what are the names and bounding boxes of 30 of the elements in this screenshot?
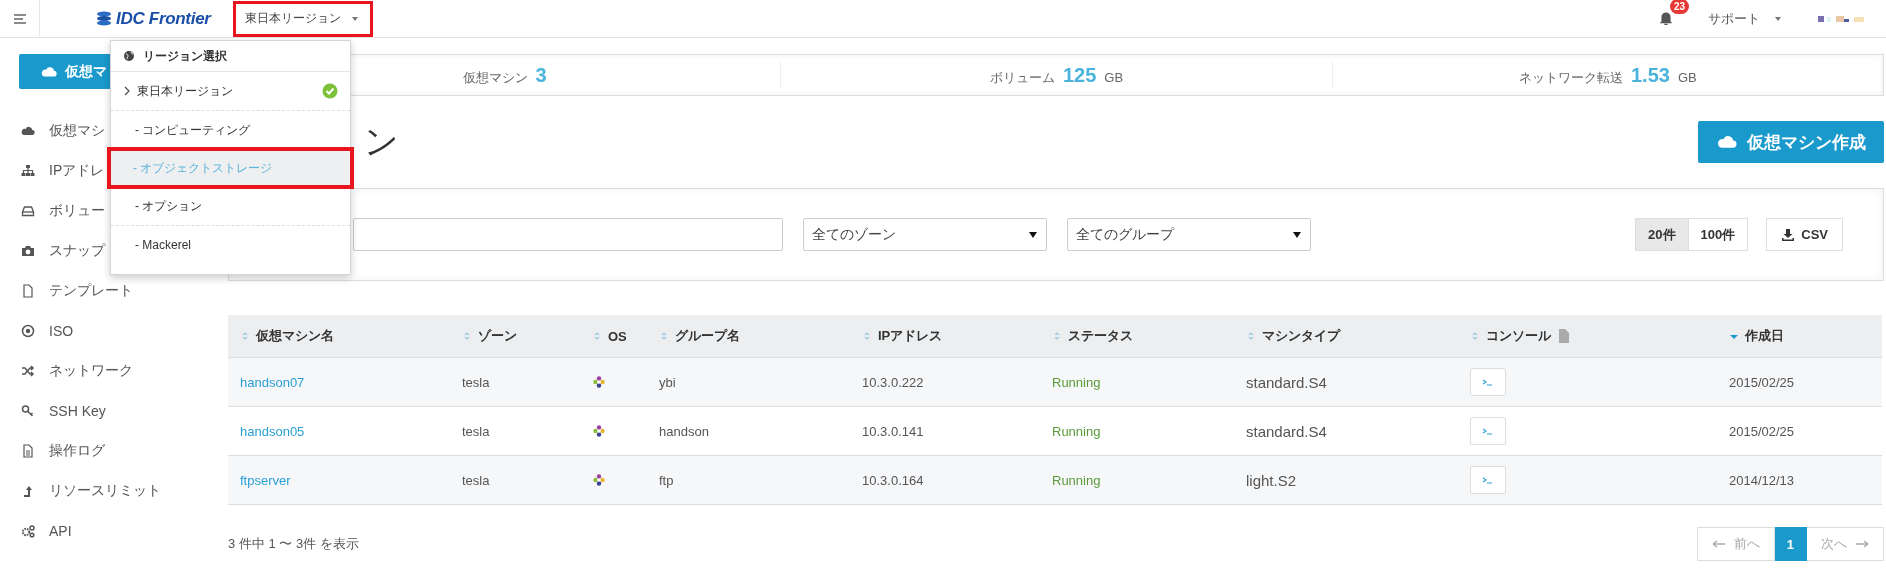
table-cell: tesla [462, 423, 490, 439]
table-cell: 10.3.0.141 [862, 423, 924, 439]
table-cell: standard.S4 [1246, 373, 1327, 391]
stat-unit: GB [1104, 69, 1124, 87]
table-cell: 2015/02/25 [1729, 374, 1795, 390]
table-cell: ftp [659, 472, 674, 488]
page-title: ン [364, 121, 399, 162]
status-text: Running [1052, 423, 1101, 439]
stat-value: 1.53 [1630, 63, 1670, 88]
table-cell: ybi [659, 374, 676, 390]
stat-label: ネットワーク転送 [1518, 69, 1623, 87]
table-cell: tesla [462, 374, 490, 390]
table-cell: 10.3.0.222 [862, 374, 924, 390]
status-text: Running [1052, 472, 1101, 488]
stat-label: ボリューム [989, 69, 1055, 87]
table-cell: 2014/12/13 [1729, 472, 1795, 488]
table-cell: standard.S4 [1246, 422, 1327, 440]
status-text: Running [1052, 374, 1101, 390]
logo-text: IDC Frontier [116, 8, 211, 29]
result-summary: 3 件中 1 〜 3件 を表示 [228, 535, 359, 553]
notification-badge: 23 [1670, 0, 1690, 14]
table-cell: 2015/02/25 [1729, 423, 1795, 439]
table-cell: handson [659, 423, 709, 439]
stat-value: 125 [1062, 63, 1097, 88]
stat-label: 仮想マシン [462, 69, 528, 87]
stat-value: 3 [535, 63, 547, 88]
stat-unit: GB [1677, 69, 1697, 87]
table-cell: light.S2 [1246, 471, 1297, 489]
table-cell: 10.3.0.164 [862, 472, 924, 488]
table-cell: tesla [462, 472, 490, 488]
